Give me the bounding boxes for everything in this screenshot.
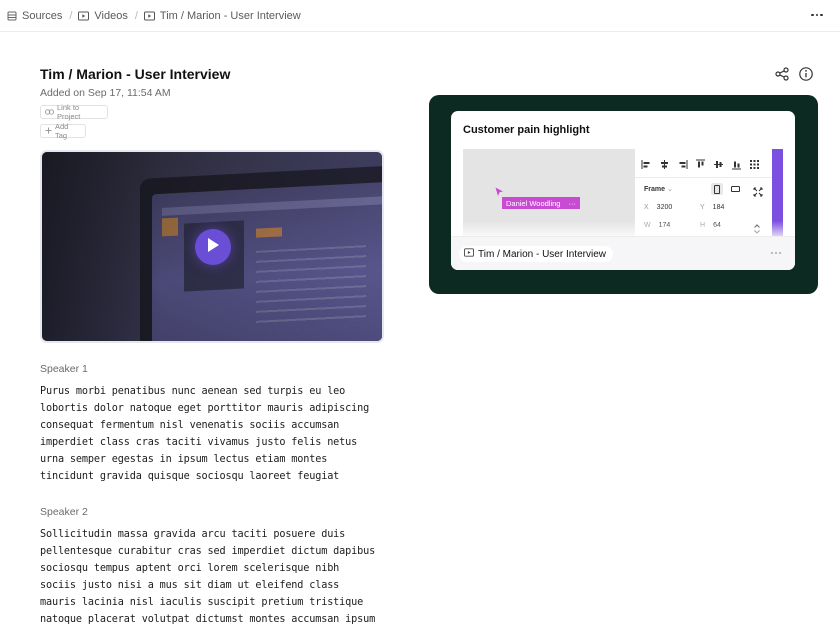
- grid-icon: [749, 157, 760, 169]
- align-right-icon: [677, 157, 688, 169]
- more-options-icon[interactable]: [771, 252, 781, 254]
- highlight-footer: Tim / Marion - User Interview: [451, 236, 795, 270]
- transcript-line: urna semper egestas in ipsum lectus etia…: [40, 454, 328, 466]
- transcript-paragraph: Purus morbi penatibus nunc aenean sed tu…: [40, 383, 390, 486]
- share-icon[interactable]: [774, 66, 790, 82]
- align-top-icon: [695, 157, 706, 168]
- prop-y-label: Y: [700, 204, 705, 211]
- video-icon: [464, 248, 474, 260]
- transcript-line: Purus morbi penatibus nunc aenean sed tu…: [40, 386, 346, 397]
- video-icon: [78, 11, 90, 21]
- resize-icon: [753, 184, 763, 197]
- highlight-card[interactable]: Customer pain highlight Daniel Woodling …: [451, 111, 795, 270]
- frame-label: Frame ⌄: [644, 185, 673, 193]
- landscape-icon: [729, 183, 741, 195]
- video-icon: [143, 11, 155, 21]
- info-icon[interactable]: [798, 66, 814, 82]
- link-icon: [45, 108, 54, 117]
- video-player[interactable]: [40, 150, 384, 343]
- speaker-label: Speaker 1: [40, 363, 88, 375]
- panel-divider: [635, 177, 773, 178]
- transcript-line: sociis justo nisi a mus sit diam ut elei…: [40, 580, 340, 592]
- breadcrumb: Sources / Videos / Tim / Marion - User I…: [0, 10, 301, 22]
- link-to-project-label: Link to Project: [57, 103, 81, 121]
- transcript-line: lobortis dolor natoque eget porttitor ma…: [40, 403, 370, 415]
- breadcrumb-label: Videos: [94, 9, 128, 22]
- play-icon: [206, 237, 220, 258]
- speaker-label: Speaker 2: [40, 506, 88, 518]
- cursor-user-tag: Daniel Woodling ···: [502, 197, 580, 209]
- source-chip-label: Tim / Marion - User Interview: [478, 248, 606, 260]
- alignment-toolbar: [641, 157, 760, 170]
- prop-x-label: X: [644, 204, 649, 211]
- breadcrumb-separator: /: [69, 9, 73, 22]
- link-to-project-button[interactable]: Link to Project: [40, 103, 108, 121]
- highlight-title: Customer pain highlight: [463, 124, 590, 136]
- cursor-user-name: Daniel Woodling: [506, 198, 561, 208]
- transcript-line: natoque placerat volutpat dictumst monte…: [40, 614, 376, 626]
- align-bottom-icon: [731, 157, 742, 170]
- breadcrumb-videos[interactable]: Videos: [78, 9, 128, 22]
- align-center-h-icon: [659, 157, 670, 169]
- prop-y: Y 184: [700, 204, 724, 211]
- more-options-icon[interactable]: [810, 8, 824, 22]
- transcript-line: tincidunt gravida quisque sociosqu laore…: [40, 471, 340, 483]
- add-tag-button[interactable]: Add Tag: [40, 122, 86, 140]
- prop-y-value: 184: [712, 204, 725, 211]
- frame-orientation: [711, 183, 741, 195]
- prop-x-value: 3200: [656, 204, 673, 211]
- frame-label-text: Frame: [644, 186, 666, 193]
- breadcrumb-separator: /: [134, 9, 138, 22]
- source-chip[interactable]: Tim / Marion - User Interview: [459, 246, 613, 262]
- breadcrumb-label: Sources: [22, 9, 63, 22]
- transcript-line: imperdiet class cras taciti vivamus just…: [40, 437, 358, 449]
- transcript-line: pellentesque curabitur cras sed imperdie…: [40, 546, 376, 558]
- play-button[interactable]: [195, 229, 231, 265]
- page-title: Tim / Marion - User Interview: [40, 66, 231, 82]
- prop-x: X 3200: [644, 204, 672, 211]
- ellipsis-icon: ···: [568, 198, 576, 208]
- chevron-down-icon: ⌄: [666, 186, 673, 193]
- align-center-v-icon: [713, 157, 724, 168]
- transcript-paragraph: Sollicitudin massa gravida arcu taciti p…: [40, 526, 390, 629]
- transcript-line: Sollicitudin massa gravida arcu taciti p…: [40, 529, 346, 540]
- portrait-icon: [711, 183, 723, 195]
- transcript-line: sociosqu tempus aptent orci lorem sceler…: [40, 563, 340, 575]
- stack-icon: [7, 11, 17, 21]
- plus-icon: [45, 127, 52, 136]
- highlight-panel: Customer pain highlight Daniel Woodling …: [429, 95, 818, 294]
- added-timestamp: Added on Sep 17, 11:54 AM: [40, 87, 171, 99]
- breadcrumb-label: Tim / Marion - User Interview: [159, 9, 301, 22]
- transcript-line: mauris lacinia nisl iaculis suscipit pre…: [40, 597, 364, 609]
- top-bar: Sources / Videos / Tim / Marion - User I…: [0, 0, 840, 32]
- breadcrumb-current[interactable]: Tim / Marion - User Interview: [143, 9, 301, 22]
- transcript-line: consequat fermentum nisl venenatis socii…: [40, 420, 340, 432]
- add-tag-label: Add Tag: [55, 122, 69, 140]
- align-left-icon: [641, 157, 652, 169]
- highlight-screenshot: Daniel Woodling ··· Frame ⌄ X 3200 Y 184: [463, 149, 783, 238]
- breadcrumb-sources[interactable]: Sources: [7, 10, 62, 22]
